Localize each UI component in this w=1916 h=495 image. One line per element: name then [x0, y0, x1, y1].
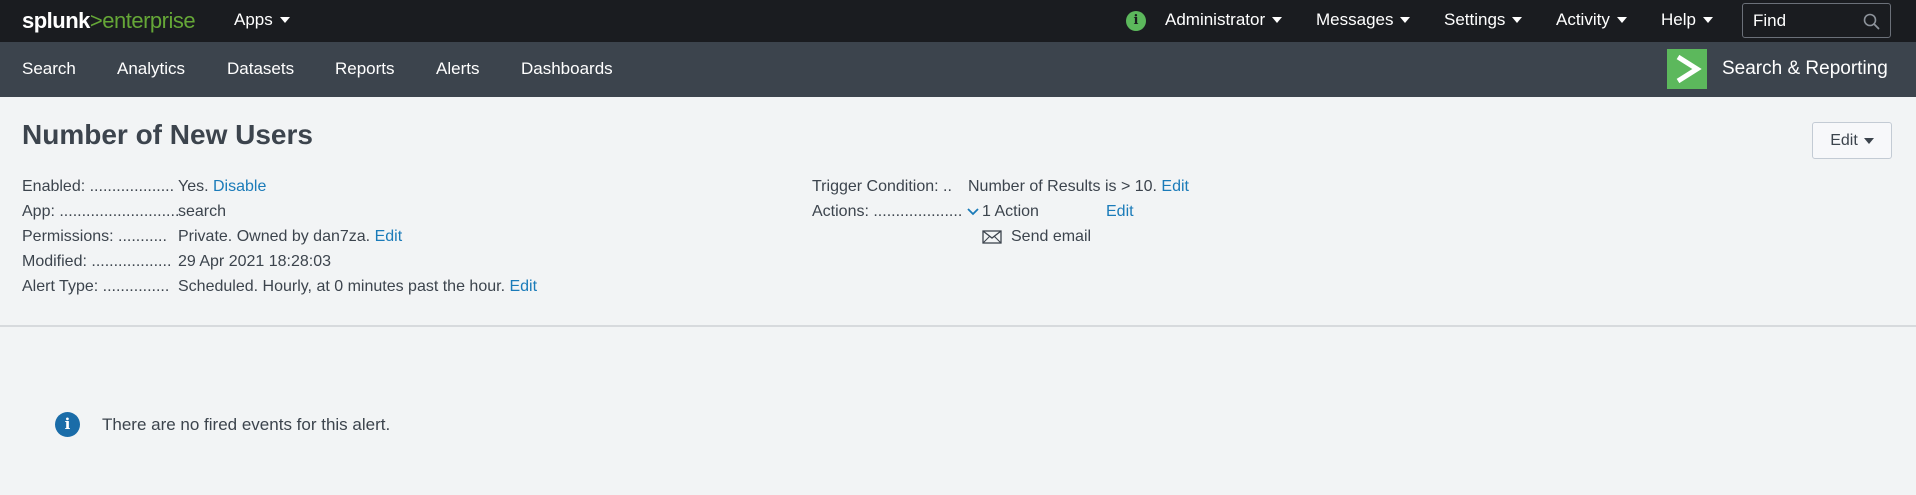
top-bar: splunk>enterprise Apps i Administrator M…: [0, 0, 1916, 42]
nav-dashboards[interactable]: Dashboards: [521, 59, 613, 79]
messages-menu[interactable]: Messages: [1316, 10, 1411, 30]
permissions-label: Permissions: ...........: [22, 228, 167, 245]
nav-datasets[interactable]: Datasets: [227, 59, 294, 79]
chevron-down-icon: [1702, 17, 1713, 23]
edit-button-label: Edit: [1830, 131, 1858, 149]
trigger-edit-link[interactable]: Edit: [1161, 178, 1189, 195]
enabled-value-text: Yes.: [178, 178, 209, 195]
envelope-icon: [982, 230, 1002, 244]
app-label: App: ...........................: [22, 203, 180, 220]
help-menu[interactable]: Help: [1661, 10, 1713, 30]
action-send-email: Send email: [982, 228, 1091, 246]
nav-reports[interactable]: Reports: [335, 59, 395, 79]
find-field[interactable]: [1742, 3, 1891, 38]
actions-edit-link-wrap: Edit: [1106, 203, 1134, 221]
chevron-down-icon: [1616, 17, 1627, 23]
info-icon[interactable]: i: [1126, 11, 1146, 31]
logo-enterprise-text: enterprise: [102, 8, 196, 33]
trigger-condition-label: Trigger Condition: ..: [812, 178, 952, 195]
enabled-label: Enabled: ...................: [22, 178, 175, 195]
edit-button[interactable]: Edit: [1812, 122, 1892, 159]
actions-label: Actions: ....................: [812, 203, 963, 220]
permissions-edit-link[interactable]: Edit: [375, 228, 403, 245]
chevron-down-icon: [1400, 17, 1411, 23]
actions-edit-link[interactable]: Edit: [1106, 203, 1134, 220]
app-title[interactable]: Search & Reporting: [1722, 58, 1888, 80]
apps-menu[interactable]: Apps: [234, 10, 290, 30]
user-menu[interactable]: Administrator: [1165, 10, 1283, 30]
disable-link[interactable]: Disable: [213, 178, 266, 195]
app-value: search: [178, 203, 227, 220]
chevron-down-icon[interactable]: [966, 207, 980, 217]
logo-gt-text: >: [89, 8, 103, 33]
activity-menu-label: Activity: [1556, 10, 1610, 29]
no-events-text: There are no fired events for this alert…: [102, 414, 391, 434]
alert-type-label: Alert Type: ...............: [22, 278, 170, 295]
enabled-value: Yes. Disable: [178, 178, 266, 196]
alert-type-edit-link[interactable]: Edit: [509, 278, 537, 295]
modified-value: 29 Apr 2021 18:28:03: [178, 253, 332, 270]
app-bar: Search Analytics Datasets Reports Alerts…: [0, 42, 1916, 97]
chevron-down-icon: [1863, 137, 1874, 144]
chevron-down-icon: [1512, 17, 1523, 23]
search-icon[interactable]: [1863, 13, 1880, 30]
chevron-down-icon: [279, 17, 290, 23]
trigger-condition-value: Number of Results is > 10. Edit: [968, 178, 1189, 196]
splunk-logo[interactable]: splunk>enterprise: [22, 8, 196, 34]
alert-type-value-text: Scheduled. Hourly, at 0 minutes past the…: [178, 278, 506, 295]
help-menu-label: Help: [1661, 10, 1696, 29]
permissions-value-text: Private. Owned by dan7za.: [178, 228, 371, 245]
settings-menu-label: Settings: [1444, 10, 1506, 29]
no-events-message: i There are no fired events for this ale…: [55, 412, 390, 437]
alert-type-value: Scheduled. Hourly, at 0 minutes past the…: [178, 278, 537, 296]
actions-count-text: 1 Action: [982, 203, 1039, 220]
nav-analytics[interactable]: Analytics: [117, 59, 185, 79]
nav-alerts[interactable]: Alerts: [436, 59, 479, 79]
chevron-down-icon: [1272, 17, 1283, 23]
send-email-label: Send email: [1011, 228, 1092, 245]
apps-menu-label: Apps: [234, 10, 273, 29]
modified-label: Modified: ..................: [22, 253, 172, 270]
logo-splunk-text: splunk: [22, 8, 90, 33]
permissions-value: Private. Owned by dan7za. Edit: [178, 228, 402, 246]
nav-search[interactable]: Search: [22, 59, 76, 79]
info-icon: i: [55, 412, 80, 437]
settings-menu[interactable]: Settings: [1444, 10, 1523, 30]
page-title: Number of New Users: [22, 119, 313, 150]
activity-menu[interactable]: Activity: [1556, 10, 1627, 30]
app-logo-icon[interactable]: [1667, 49, 1707, 89]
trigger-condition-value-text: Number of Results is > 10.: [968, 178, 1157, 195]
messages-menu-label: Messages: [1316, 10, 1394, 29]
user-menu-label: Administrator: [1165, 10, 1266, 29]
find-input[interactable]: [1753, 10, 1863, 31]
alert-details-panel: Number of New Users Edit Enabled: ......…: [0, 97, 1916, 327]
actions-value[interactable]: 1 Action: [966, 203, 1039, 221]
